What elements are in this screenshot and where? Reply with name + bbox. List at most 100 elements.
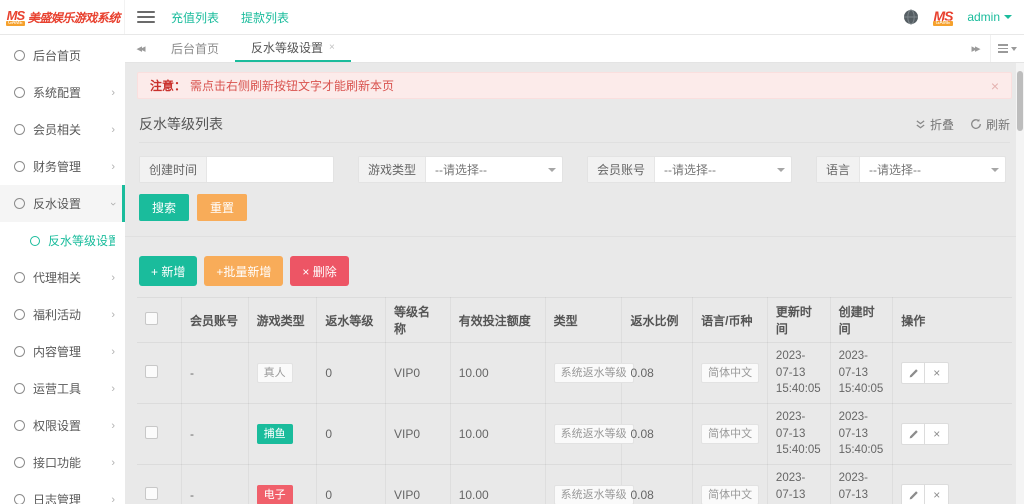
user-menu[interactable]: admin (967, 10, 1012, 24)
delete-row-button[interactable]: × (925, 423, 949, 445)
reset-button[interactable]: 重置 (197, 194, 247, 221)
row-checkbox[interactable] (145, 365, 158, 378)
created-time: 2023-07-13 15:40:05 (839, 348, 885, 398)
menu-item-icon (14, 272, 25, 283)
menu-item-icon (14, 124, 25, 135)
filter-actions: 搜索 重置 (139, 194, 1010, 221)
top-nav-item-1[interactable]: 提款列表 (241, 9, 289, 26)
game-type-select[interactable]: 游戏类型 --请选择-- (358, 156, 563, 183)
sidebar-item-10[interactable]: 权限设置› (0, 407, 125, 444)
select-all-checkbox[interactable] (145, 312, 158, 325)
member-account-label: 会员账号 (588, 157, 655, 182)
delete-row-button[interactable]: × (925, 484, 949, 504)
notice-prefix: 注意： (150, 77, 186, 94)
sidebar-item-12[interactable]: 日志管理› (0, 481, 125, 504)
column-header-5: 类型 (545, 298, 622, 343)
menu-item-icon (14, 309, 25, 320)
edit-row-button[interactable] (901, 423, 925, 445)
cell-game-type: 真人 (248, 343, 317, 404)
search-button[interactable]: 搜索 (139, 194, 189, 221)
chevron-right-icon: › (111, 272, 115, 284)
pencil-icon (908, 429, 919, 440)
row-checkbox-cell (137, 404, 181, 465)
topbar-right: MS GAME admin (903, 9, 1012, 26)
chevron-right-icon: › (111, 383, 115, 395)
tabs-menu-icon[interactable] (990, 35, 1024, 62)
sidebar-item-7[interactable]: 福利活动› (0, 296, 125, 333)
chevron-right-icon: › (111, 161, 115, 173)
sidebar-item-11[interactable]: 接口功能› (0, 444, 125, 481)
add-button[interactable]: + 新增 (139, 256, 197, 286)
delete-row-button[interactable]: × (925, 362, 949, 384)
topbar-main: 充值列表 提款列表 MS GAME admin (125, 0, 1024, 34)
edit-row-button[interactable] (901, 362, 925, 384)
header-checkbox-cell (137, 298, 181, 343)
sidebar-item-4[interactable]: 反水设置› (0, 185, 125, 222)
tabs-scroll-left-icon[interactable]: ◂◂ (125, 35, 155, 62)
cell-created-time: 2023-07-13 15:40:05 (830, 343, 893, 404)
row-ops: × (901, 484, 949, 504)
sidebar-item-label: 系统配置 (33, 84, 111, 101)
brand-logo-game: GAME (6, 21, 25, 26)
game-type-badge: 真人 (257, 363, 293, 383)
menu-item-icon (14, 420, 25, 431)
sidebar-item-2[interactable]: 会员相关› (0, 111, 125, 148)
sidebar-toggle-icon[interactable] (137, 11, 155, 23)
chevron-down-icon (771, 157, 791, 182)
brand-logo[interactable]: MS GAME 美盛娱乐游戏系统 (0, 0, 125, 34)
alert-close-icon[interactable]: × (991, 78, 999, 94)
collapse-label: 折叠 (930, 116, 954, 133)
scrollbar-track[interactable] (1016, 63, 1024, 504)
sidebar-item-3[interactable]: 财务管理› (0, 148, 125, 185)
column-header-0: 会员账号 (181, 298, 248, 343)
column-header-3: 等级名称 (386, 298, 451, 343)
sidebar-item-0[interactable]: 后台首页 (0, 37, 125, 74)
member-account-select[interactable]: 会员账号 --请选择-- (587, 156, 792, 183)
language-select[interactable]: 语言 --请选择-- (816, 156, 1006, 183)
create-time-input[interactable] (207, 157, 333, 182)
menu-item-icon (14, 161, 25, 172)
game-type-value: --请选择-- (426, 157, 542, 182)
tab-0[interactable]: 后台首页 (155, 35, 235, 62)
sidebar-item-8[interactable]: 内容管理› (0, 333, 125, 370)
refresh-button[interactable]: 刷新 (970, 116, 1010, 133)
user-avatar[interactable]: MS GAME (933, 9, 954, 26)
batch-add-button[interactable]: +批量新增 (204, 256, 283, 286)
scrollbar-thumb[interactable] (1017, 71, 1023, 131)
chevron-down-icon (1004, 15, 1012, 19)
tab-1[interactable]: 反水等级设置× (235, 35, 351, 62)
filter-row: 创建时间 游戏类型 --请选择-- 会员账号 --请选择-- 语言 (139, 156, 1010, 183)
cell-rebate-ratio: 0.08 (622, 343, 693, 404)
column-header-9: 创建时间 (830, 298, 893, 343)
menu-item-icon (14, 198, 25, 209)
sidebar-item-5[interactable]: 反水等级设置 (0, 222, 125, 259)
delete-button[interactable]: × 删除 (290, 256, 348, 286)
globe-icon[interactable] (903, 9, 919, 25)
row-checkbox[interactable] (145, 487, 158, 500)
top-nav-item-0[interactable]: 充值列表 (171, 9, 219, 26)
sidebar-item-1[interactable]: 系统配置› (0, 74, 125, 111)
create-time-label: 创建时间 (140, 157, 207, 182)
game-type-badge: 捕鱼 (257, 424, 293, 444)
tab-close-icon[interactable]: × (329, 42, 335, 53)
sidebar-item-label: 日志管理 (33, 491, 111, 504)
sidebar-item-label: 会员相关 (33, 121, 111, 138)
collapse-button[interactable]: 折叠 (915, 116, 954, 133)
cell-rebate-ratio: 0.08 (622, 404, 693, 465)
tabs-scroll-right-icon[interactable]: ▸▸ (960, 35, 990, 62)
edit-row-button[interactable] (901, 484, 925, 504)
row-checkbox[interactable] (145, 426, 158, 439)
chevron-right-icon: › (111, 457, 115, 469)
sidebar-item-9[interactable]: 运营工具› (0, 370, 125, 407)
section-divider (125, 236, 1024, 237)
sidebar-item-label: 反水等级设置 (48, 232, 115, 249)
column-header-8: 更新时间 (767, 298, 830, 343)
chevron-down-icon (1011, 47, 1017, 51)
chevron-down-icon (542, 157, 562, 182)
menu-bars-icon (998, 44, 1008, 53)
cell-rebate-level: 0 (317, 465, 386, 504)
column-header-6: 返水比例 (622, 298, 693, 343)
game-type-label: 游戏类型 (359, 157, 426, 182)
sidebar-item-6[interactable]: 代理相关› (0, 259, 125, 296)
tab-label: 后台首页 (171, 40, 219, 57)
